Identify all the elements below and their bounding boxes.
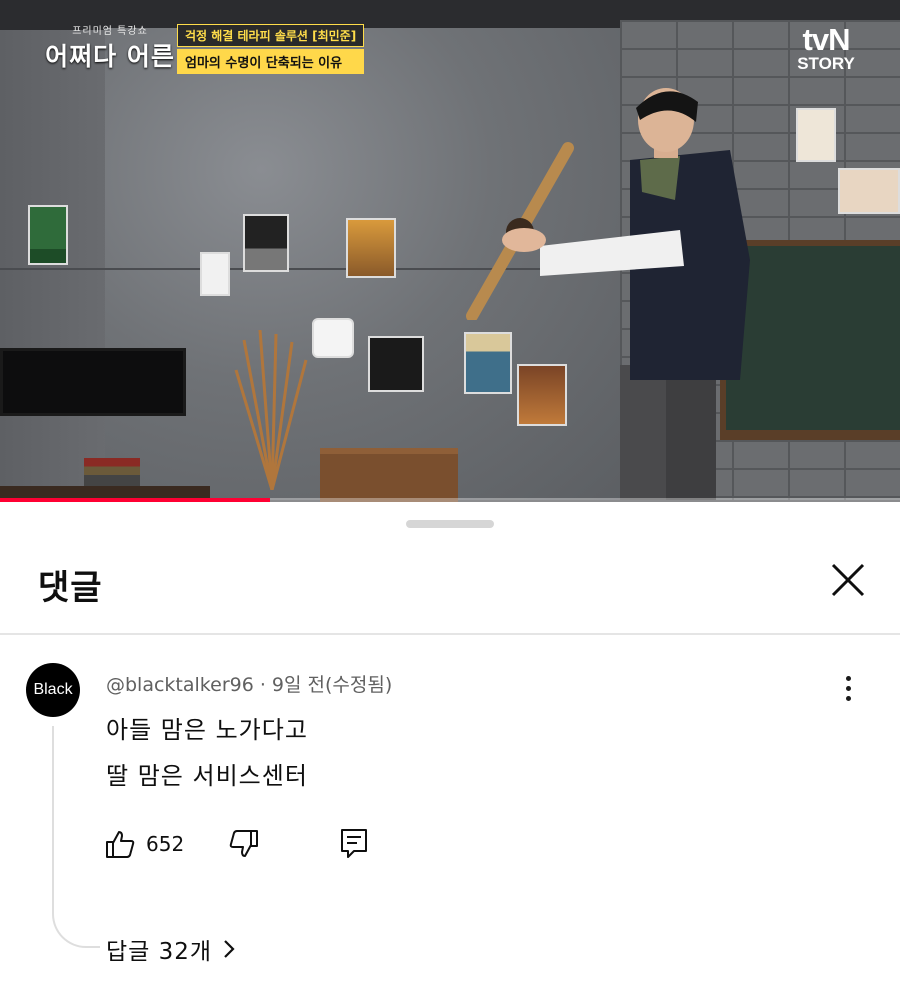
poster-motorcycle [368, 336, 424, 392]
like-count: 652 [146, 832, 185, 856]
caption-top: 걱정 해결 테라피 솔루션 [최민준] [177, 24, 365, 47]
reply-icon [341, 829, 367, 858]
poster-route66-small [200, 252, 230, 296]
header-divider [0, 633, 900, 635]
comments-title: 댓글 [38, 568, 103, 608]
poster-brick-1 [796, 108, 836, 162]
more-vertical-icon [836, 676, 860, 701]
comment-text-line1: 아들 맘은 노가다고 [106, 716, 308, 744]
books [84, 458, 140, 486]
poster-route66-sign [312, 318, 354, 358]
episode-caption: 걱정 해결 테라피 솔루션 [최민준] 엄마의 수명이 단축되는 이유 [177, 24, 365, 74]
chevron-right-icon [224, 940, 235, 958]
reply-button[interactable] [338, 826, 370, 862]
dislike-button[interactable] [228, 826, 260, 862]
video-player[interactable]: 프리미엄 특강쇼 어쩌다 어른 걱정 해결 테라피 솔루션 [최민준] 엄마의 … [0, 0, 900, 502]
like-button[interactable]: 652 [104, 826, 184, 862]
channel-logo-line2: STORY [797, 54, 855, 73]
close-button[interactable] [826, 558, 870, 602]
presenter-figure [502, 88, 750, 500]
poster-car [243, 214, 289, 272]
podium [320, 448, 458, 502]
poster-bridge [346, 218, 396, 278]
sheet-drag-handle[interactable] [406, 520, 494, 528]
thumbs-up-icon [106, 831, 135, 858]
view-replies-link[interactable]: 답글 32개 [106, 932, 236, 966]
show-logo: 프리미엄 특강쇼 어쩌다 어른 [42, 22, 178, 73]
comment-text-line2: 딸 맘은 서비스센터 [106, 762, 308, 790]
poster-anchor [28, 205, 68, 265]
show-subtitle: 프리미엄 특강쇼 [72, 26, 148, 37]
poster-brick-2 [838, 168, 900, 214]
dried-plant-decoration [234, 330, 308, 490]
comment-meta[interactable]: @blacktalker96 · 9일 전(수정됨) [106, 670, 392, 697]
replies-label: 답글 32개 [106, 939, 213, 965]
caption-bottom: 엄마의 수명이 단축되는 이유 [177, 49, 365, 74]
tv-screen [0, 348, 186, 416]
reply-thread-line [52, 726, 100, 948]
channel-logo: tvN STORY [786, 24, 866, 73]
close-icon [831, 563, 865, 597]
channel-logo-line1: tvN [802, 22, 851, 57]
studio-wall-left [0, 30, 110, 500]
avatar[interactable]: Black [26, 663, 80, 717]
show-title: 어쩌다 어른 [45, 42, 175, 71]
more-options-button[interactable] [836, 676, 860, 706]
comments-sheet: 댓글 Black @blacktalker96 · 9일 전(수정됨) 아들 맘… [0, 502, 900, 986]
thumbs-down-icon [229, 830, 258, 857]
